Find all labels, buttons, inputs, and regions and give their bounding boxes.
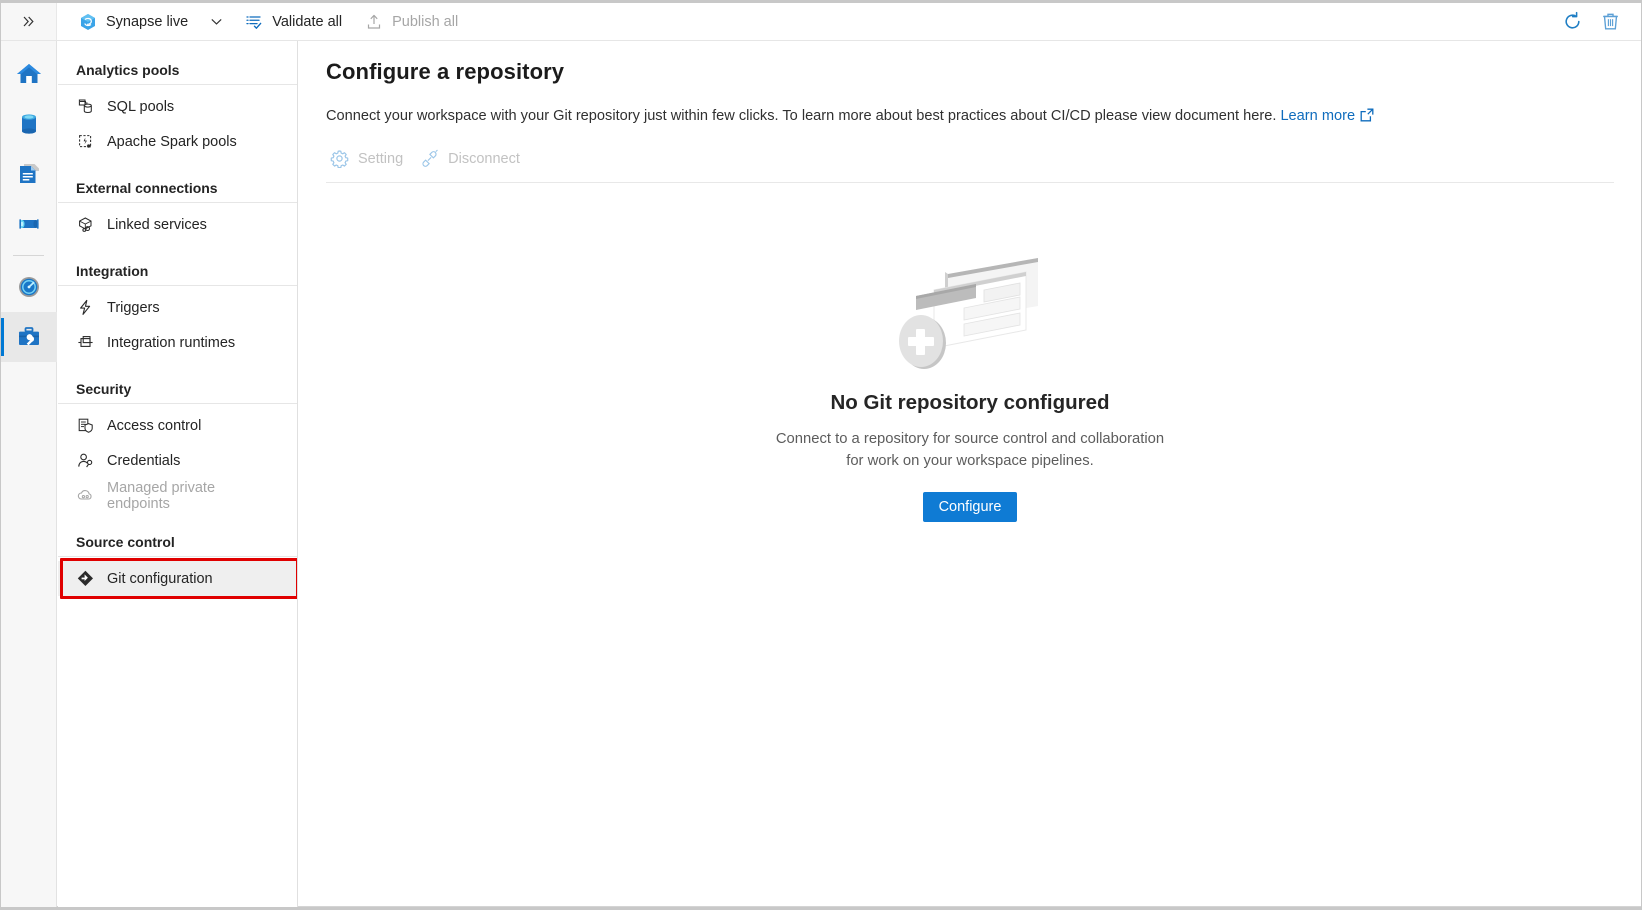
- refresh-icon: [1562, 11, 1583, 32]
- sidebar-item-integration-runtimes[interactable]: Integration runtimes: [58, 325, 297, 360]
- empty-state-line-2: for work on your workspace pipelines.: [846, 453, 1094, 469]
- disconnect-button[interactable]: Disconnect: [416, 145, 529, 172]
- empty-state-line-1: Connect to a repository for source contr…: [776, 431, 1164, 447]
- refresh-button[interactable]: [1555, 5, 1589, 39]
- nav-group-title-source-control: Source control: [58, 527, 297, 557]
- page-title: Configure a repository: [299, 41, 1641, 85]
- sidebar-item-label: Git configuration: [107, 571, 213, 587]
- sidebar-item-triggers[interactable]: Triggers: [58, 290, 297, 325]
- sidebar-item-git-configuration[interactable]: Git configuration: [58, 561, 297, 596]
- validate-all-button[interactable]: Validate all: [233, 3, 353, 40]
- publish-all-button[interactable]: Publish all: [353, 3, 469, 40]
- git-command-bar: Setting Disconnect: [326, 145, 1614, 183]
- gear-icon: [330, 149, 349, 168]
- synapse-logo-icon: [78, 12, 97, 31]
- validate-icon: [244, 12, 263, 31]
- database-icon: [15, 110, 43, 138]
- trash-icon: [1600, 11, 1621, 32]
- sidebar-item-managed-private-endpoints[interactable]: Managed private endpoints: [58, 478, 297, 513]
- rail-divider: [13, 255, 44, 256]
- workspace-mode-label: Synapse live: [106, 14, 188, 30]
- sidebar-item-label: SQL pools: [107, 99, 174, 115]
- trigger-icon: [76, 298, 95, 317]
- empty-state-heading: No Git repository configured: [830, 391, 1109, 415]
- nav-group-title-analytics-pools: Analytics pools: [58, 55, 297, 85]
- toolbar-right-actions: [1555, 5, 1641, 39]
- sidebar-item-label: Integration runtimes: [107, 335, 235, 351]
- git-icon: [76, 569, 95, 588]
- linked-services-icon: [76, 215, 95, 234]
- external-link-icon: [1360, 108, 1374, 128]
- workspace-mode-selector[interactable]: Synapse live: [67, 3, 199, 40]
- learn-more-label: Learn more: [1280, 108, 1355, 124]
- rail-item-manage[interactable]: [1, 312, 57, 362]
- publish-upload-icon: [364, 12, 383, 31]
- chevron-down-icon: [209, 14, 224, 29]
- workspace-mode-chevron[interactable]: [199, 3, 233, 40]
- rail-item-monitor[interactable]: [1, 262, 57, 312]
- learn-more-link[interactable]: Learn more: [1280, 108, 1374, 124]
- managed-private-endpoints-icon: [76, 486, 95, 505]
- sidebar-item-linked-services[interactable]: Linked services: [58, 207, 297, 242]
- sidebar-item-label: Credentials: [107, 453, 180, 469]
- document-icon: [15, 160, 43, 188]
- disconnect-label: Disconnect: [448, 151, 520, 167]
- sql-pool-icon: [76, 97, 95, 116]
- nav-group-title-security: Security: [58, 374, 297, 404]
- rail-item-integrate[interactable]: [1, 199, 57, 249]
- synapse-studio-window: Synapse live: [0, 0, 1642, 910]
- expand-rail-button[interactable]: [1, 3, 57, 40]
- home-icon: [15, 60, 43, 88]
- gauge-monitor-icon: [15, 273, 43, 301]
- empty-state: No Git repository configured Connect to …: [299, 246, 1641, 522]
- setting-label: Setting: [358, 151, 403, 167]
- manage-nav-panel: Analytics pools SQL pools Apache: [58, 41, 298, 907]
- nav-group-title-integration: Integration: [58, 256, 297, 286]
- sidebar-item-label: Triggers: [107, 300, 160, 316]
- publish-all-label: Publish all: [392, 14, 458, 30]
- no-git-repository-illustration: [890, 246, 1050, 381]
- sidebar-item-apache-spark-pools[interactable]: Apache Spark pools: [58, 124, 297, 159]
- sidebar-item-label: Access control: [107, 418, 201, 434]
- toolbox-manage-icon: [15, 323, 43, 351]
- page-description-text: Connect your workspace with your Git rep…: [326, 108, 1276, 124]
- nav-group-title-external-connections: External connections: [58, 173, 297, 203]
- rail-item-data[interactable]: [1, 99, 57, 149]
- rail-item-develop[interactable]: [1, 149, 57, 199]
- spark-pool-icon: [76, 132, 95, 151]
- sidebar-item-sql-pools[interactable]: SQL pools: [58, 89, 297, 124]
- page-description: Connect your workspace with your Git rep…: [299, 85, 1641, 128]
- sidebar-item-credentials[interactable]: Credentials: [58, 443, 297, 478]
- integration-runtime-icon: [76, 333, 95, 352]
- chevron-double-right-icon: [21, 14, 36, 29]
- left-icon-rail: [1, 41, 57, 907]
- pipeline-icon: [15, 210, 43, 238]
- main-content: Configure a repository Connect your work…: [299, 41, 1641, 907]
- sidebar-item-label: Managed private endpoints: [107, 480, 279, 512]
- empty-state-description: Connect to a repository for source contr…: [776, 429, 1164, 473]
- sidebar-item-label: Apache Spark pools: [107, 134, 237, 150]
- credentials-icon: [76, 451, 95, 470]
- setting-button[interactable]: Setting: [326, 145, 412, 172]
- sidebar-item-label: Linked services: [107, 217, 207, 233]
- access-control-icon: [76, 416, 95, 435]
- configure-button[interactable]: Configure: [923, 492, 1018, 522]
- delete-button[interactable]: [1593, 5, 1627, 39]
- rail-item-home[interactable]: [1, 49, 57, 99]
- top-toolbar: Synapse live: [1, 3, 1641, 41]
- validate-all-label: Validate all: [272, 14, 342, 30]
- disconnect-icon: [420, 149, 439, 168]
- sidebar-item-access-control[interactable]: Access control: [58, 408, 297, 443]
